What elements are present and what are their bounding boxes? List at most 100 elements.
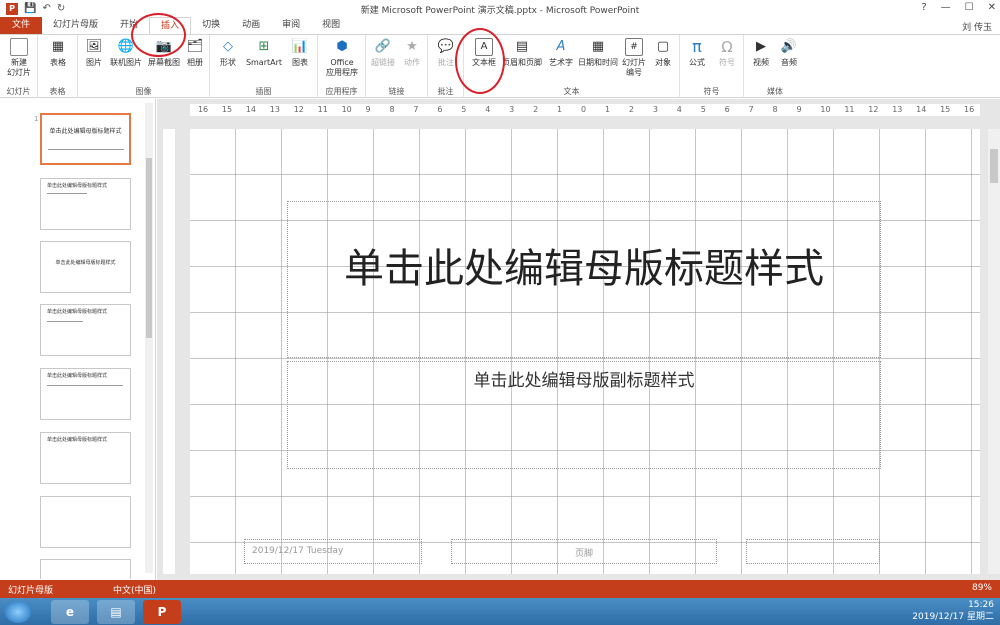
tab-animations[interactable]: 动画 xyxy=(231,17,271,34)
group-slides: 新建 幻灯片 幻灯片 xyxy=(0,35,38,98)
slide-number-button[interactable]: # 幻灯片 编号 xyxy=(620,38,648,78)
chart-label: 图表 xyxy=(292,58,308,67)
equation-button[interactable]: π 公式 xyxy=(684,38,710,68)
tab-transitions[interactable]: 切换 xyxy=(191,17,231,34)
ruler-tick-label: 9 xyxy=(796,105,802,114)
zoom-level[interactable]: 89% xyxy=(972,583,992,593)
thumbnail-line xyxy=(47,385,123,386)
wordart-button[interactable]: A 艺术字 xyxy=(546,38,576,68)
slide-title[interactable]: 单击此处编辑母版标题样式 xyxy=(302,244,866,294)
wordart-icon: A xyxy=(556,39,566,54)
thumbnail-layout[interactable] xyxy=(40,496,131,548)
thumbnail-scrollbar[interactable] xyxy=(145,103,153,573)
slide-number-placeholder[interactable] xyxy=(746,539,880,564)
ruler-tick-label: 16 xyxy=(964,105,975,114)
slide-number-icon: # xyxy=(625,38,643,56)
close-button[interactable]: ✕ xyxy=(988,2,996,13)
video-icon: ▶ xyxy=(756,39,766,54)
thumbnail-layout[interactable]: 单击此处编辑母版标题样式 xyxy=(40,241,131,293)
object-button[interactable]: ▢ 对象 xyxy=(650,38,676,68)
help-button[interactable]: ? xyxy=(921,2,926,13)
ruler-tick-label: 10 xyxy=(341,105,352,114)
thumbnail-layout[interactable]: 单击此处编辑母版标题样式 xyxy=(40,368,131,420)
object-label: 对象 xyxy=(655,58,671,67)
scrollbar-thumb[interactable] xyxy=(990,149,998,183)
ruler-tick-label: 3 xyxy=(509,105,515,114)
shapes-button[interactable]: ◇ 形状 xyxy=(216,38,240,68)
slide-footer[interactable]: 页脚 xyxy=(452,546,716,559)
symbol-button[interactable]: Ω 符号 xyxy=(714,38,740,68)
thumbnail-layout[interactable]: 单击此处编辑母版标题样式 xyxy=(40,178,131,230)
comment-icon: 💬 xyxy=(437,39,455,54)
tab-view[interactable]: 视图 xyxy=(311,17,351,34)
tab-file[interactable]: 文件 xyxy=(0,17,43,34)
album-icon: 🗂 xyxy=(186,39,204,54)
tab-slide-master[interactable]: 幻灯片母版 xyxy=(42,17,109,34)
thumbnail-layout[interactable]: 单击此处编辑母版标题样式 xyxy=(40,304,131,356)
audio-button[interactable]: 🔊 音频 xyxy=(776,38,802,68)
slide-canvas[interactable]: 单击此处编辑母版标题样式 单击此处编辑母版副标题样式 2019/12/17 Tu… xyxy=(190,129,980,574)
thumbnail-layout[interactable] xyxy=(40,559,131,579)
ie-taskbar-icon[interactable]: e xyxy=(51,599,89,624)
ruler-tick-label: 11 xyxy=(317,105,328,114)
hyperlink-button[interactable]: 🔗 超链接 xyxy=(370,38,396,68)
ruler-tick-label: 5 xyxy=(700,105,706,114)
tab-review[interactable]: 审阅 xyxy=(271,17,311,34)
equation-icon: π xyxy=(692,37,702,56)
smartart-icon: ⊞ xyxy=(258,39,270,54)
slide-editor: 16 15 14 13 12 11 10 9 8 7 6 5 4 3 2 1 0 1 2 3 4 5 6 7 8 9 10 11 12 1… xyxy=(157,99,1000,580)
scrollbar-thumb[interactable] xyxy=(146,158,152,338)
new-slide-button[interactable]: 新建 幻灯片 xyxy=(4,38,34,78)
title-placeholder[interactable]: 单击此处编辑母版标题样式 xyxy=(287,201,881,358)
header-footer-button[interactable]: ▤ 页眉和页脚 xyxy=(500,38,544,68)
user-name[interactable]: 刘 传玉 xyxy=(962,20,992,33)
table-button[interactable]: ▦ 表格 xyxy=(44,38,72,68)
office-apps-button[interactable]: ⬢ Office 应用程序 xyxy=(322,38,362,78)
equation-label: 公式 xyxy=(689,58,705,67)
group-illustrations: ◇ 形状 ⊞ SmartArt 📊 图表 插图 xyxy=(210,35,318,98)
thumbnail-title: 单击此处编辑母版标题样式 xyxy=(47,437,108,443)
ruler-tick-label: 3 xyxy=(652,105,658,114)
picture-button[interactable]: 🖼 图片 xyxy=(80,38,108,68)
annotation-circle-insert-tab xyxy=(131,13,186,57)
thumbnail-line xyxy=(47,193,87,194)
comment-label: 批注 xyxy=(438,58,454,67)
group-label-apps: 应用程序 xyxy=(325,87,358,96)
language-label[interactable]: 中文(中国) xyxy=(113,583,156,596)
group-apps: ⬢ Office 应用程序 应用程序 xyxy=(318,35,366,98)
ruler-tick-label: 8 xyxy=(772,105,778,114)
datetime-button[interactable]: ▦ 日期和时间 xyxy=(576,38,620,68)
thumbnail-title: 单击此处编辑母版标题样式 xyxy=(47,309,108,315)
minimize-button[interactable]: — xyxy=(941,2,951,13)
powerpoint-taskbar-icon[interactable]: P xyxy=(143,599,181,624)
office-apps-label: Office 应用程序 xyxy=(326,58,358,77)
slide-number-label: 幻灯片 编号 xyxy=(622,58,646,77)
system-clock[interactable]: 15:26 2019/12/17 星期二 xyxy=(912,599,994,623)
action-button[interactable]: ★ 动作 xyxy=(400,38,424,68)
album-button[interactable]: 🗂 相册 xyxy=(182,38,208,68)
explorer-taskbar-icon[interactable]: ▤ xyxy=(97,599,135,624)
footer-placeholder[interactable]: 页脚 xyxy=(451,539,717,564)
object-icon: ▢ xyxy=(656,39,670,54)
smartart-button[interactable]: ⊞ SmartArt xyxy=(244,38,284,68)
ruler-tick-label: 1 xyxy=(557,105,563,114)
ruler-tick-label: 2 xyxy=(533,105,539,114)
maximize-button[interactable]: ☐ xyxy=(965,2,974,13)
editor-scrollbar[interactable] xyxy=(988,129,1000,574)
slide-date[interactable]: 2019/12/17 Tuesday xyxy=(252,546,421,556)
ruler-tick-label: 0 xyxy=(581,105,587,114)
thumbnail-master[interactable]: 1 单击此处编辑母版标题样式 xyxy=(34,113,131,165)
chart-button[interactable]: 📊 图表 xyxy=(288,38,312,68)
vertical-ruler xyxy=(163,129,175,574)
picture-label: 图片 xyxy=(86,58,102,67)
date-placeholder[interactable]: 2019/12/17 Tuesday xyxy=(244,539,422,564)
start-button[interactable] xyxy=(5,600,31,623)
thumbnail-layout[interactable]: 单击此处编辑母版标题样式 xyxy=(40,432,131,484)
subtitle-placeholder[interactable]: 单击此处编辑母版副标题样式 xyxy=(287,361,881,469)
video-button[interactable]: ▶ 视频 xyxy=(748,38,774,68)
ruler-tick-label: 10 xyxy=(820,105,831,114)
slide-subtitle[interactable]: 单击此处编辑母版副标题样式 xyxy=(288,366,880,391)
view-mode-label: 幻灯片母版 xyxy=(8,585,54,596)
ruler-tick-label: 8 xyxy=(389,105,395,114)
ruler-tick-label: 13 xyxy=(892,105,903,114)
